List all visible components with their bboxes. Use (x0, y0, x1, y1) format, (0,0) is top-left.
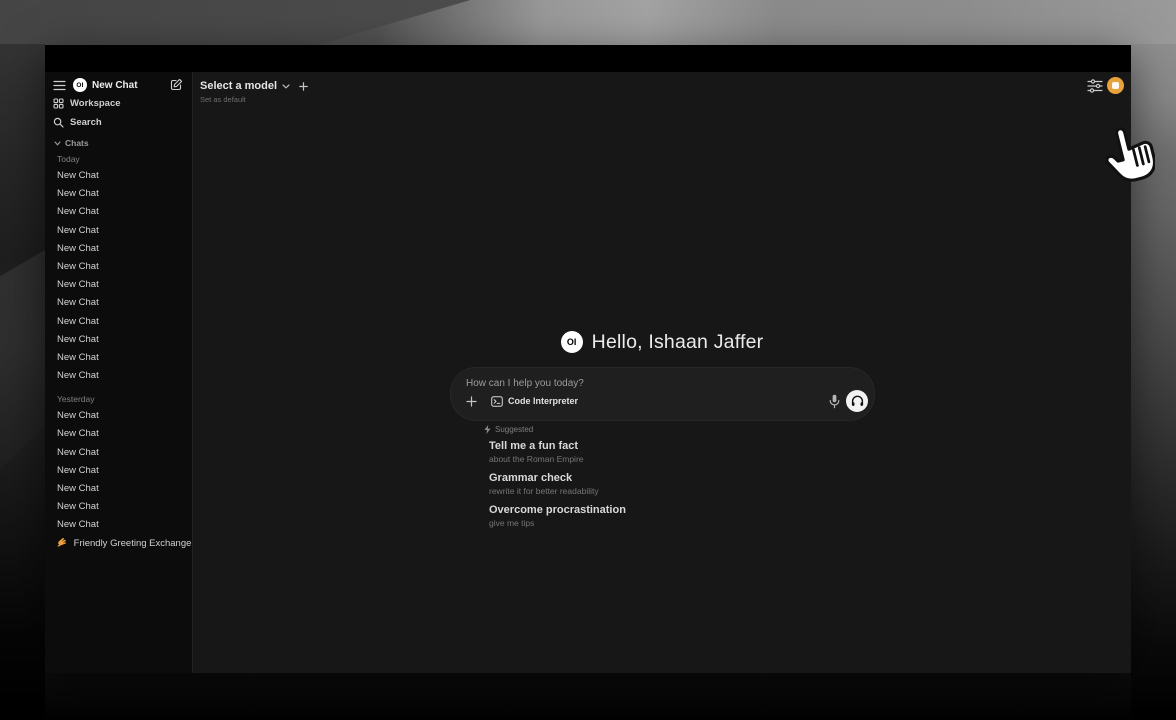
search-icon (53, 117, 64, 128)
chat-item-label: New Chat (57, 261, 99, 272)
suggested-prompt-title: Tell me a fun fact (489, 440, 626, 453)
chat-group-label-today: Today (57, 154, 192, 164)
suggested-section: Suggested Tell me a fun fact about the R… (484, 424, 626, 536)
chat-item-label: New Chat (57, 483, 99, 494)
bolt-icon (484, 425, 491, 434)
chat-item-label: New Chat (57, 206, 99, 217)
sidebar-chat-item[interactable]: New Chat (45, 407, 192, 425)
sidebar-chat-item[interactable]: New Chat (45, 331, 192, 349)
chat-item-label: New Chat (57, 501, 99, 512)
chat-item-label: New Chat (57, 447, 99, 458)
sidebar-chat-item[interactable]: New Chat (45, 462, 192, 480)
workspace-grid-icon (53, 98, 64, 109)
chat-item-label: New Chat (57, 334, 99, 345)
chat-item-label: New Chat (57, 519, 99, 530)
chat-item-label: New Chat (57, 170, 99, 181)
sidebar-chat-item[interactable]: New Chat (45, 480, 192, 498)
chat-item-label: New Chat (57, 188, 99, 199)
chats-section-header[interactable]: Chats (54, 137, 89, 149)
chat-item-label: New Chat (57, 316, 99, 327)
chat-item-label: New Chat (57, 410, 99, 421)
sidebar-chat-item[interactable]: New Chat (45, 276, 192, 294)
sidebar-item-workspace[interactable]: Workspace (45, 96, 192, 111)
model-selector[interactable]: Select a model (200, 80, 277, 92)
chat-item-label: New Chat (57, 297, 99, 308)
chat-item-label: New Chat (57, 428, 99, 439)
code-interpreter-icon (491, 396, 503, 407)
chat-item-label: New Chat (57, 243, 99, 254)
chat-item-label: Friendly Greeting Exchange (74, 538, 192, 549)
sidebar-chat-item[interactable]: New Chat (45, 167, 192, 185)
chat-item-label: New Chat (57, 225, 99, 236)
wave-emoji (57, 537, 67, 547)
greeting-row: OI Hello, Ishaan Jaffer (193, 331, 1131, 353)
sidebar-chat-item[interactable]: New Chat (45, 349, 192, 367)
headphones-icon (851, 395, 864, 407)
sidebar-chat-item[interactable]: New Chat (45, 516, 192, 534)
avatar-glyph (1112, 82, 1119, 89)
app-window: OI New Chat Workspace Search Chats (45, 45, 1131, 673)
sidebar-chat-item[interactable]: New Chat (45, 367, 192, 385)
sidebar-item-search[interactable]: Search (45, 115, 192, 130)
search-label: Search (70, 117, 102, 128)
wallpaper-right-band (1131, 44, 1176, 720)
greeting-text: Hello, Ishaan Jaffer (592, 331, 764, 354)
chat-controls-icon[interactable] (1087, 79, 1103, 93)
message-input-placeholder: How can I help you today? (466, 378, 584, 389)
chat-group-label-yesterday: Yesterday (57, 394, 192, 404)
app-logo-large: OI (561, 331, 583, 353)
chat-history-list: Today New Chat New Chat New Chat New Cha… (45, 152, 192, 673)
chat-item-label: New Chat (57, 370, 99, 381)
chat-item-label: New Chat (57, 465, 99, 476)
chat-group-today: New Chat New Chat New Chat New Chat New … (45, 167, 192, 385)
suggested-prompt[interactable]: Overcome procrastination give me tips (489, 504, 626, 528)
chat-item-label: New Chat (57, 352, 99, 363)
chat-group-yesterday: New Chat New Chat New Chat New Chat New … (45, 407, 192, 534)
model-chevron-down-icon[interactable] (282, 84, 290, 89)
sidebar-chat-item[interactable]: New Chat (45, 203, 192, 221)
main-area: Select a model Set as default OI Hello, … (193, 72, 1131, 673)
suggested-prompt[interactable]: Tell me a fun fact about the Roman Empir… (489, 440, 626, 464)
microphone-icon[interactable] (829, 394, 840, 409)
suggested-prompt[interactable]: Grammar check rewrite it for better read… (489, 472, 626, 496)
suggested-list: Tell me a fun fact about the Roman Empir… (489, 440, 626, 528)
sidebar: OI New Chat Workspace Search Chats (45, 72, 193, 673)
add-model-icon[interactable] (299, 82, 308, 91)
chevron-down-icon (54, 141, 61, 146)
suggested-prompt-title: Grammar check (489, 472, 626, 485)
sidebar-chat-item[interactable]: New Chat (45, 258, 192, 276)
set-as-default-link[interactable]: Set as default (200, 95, 246, 104)
sidebar-new-chat-title[interactable]: New Chat (92, 80, 138, 91)
workspace-label: Workspace (70, 98, 121, 109)
sidebar-chat-item[interactable]: New Chat (45, 444, 192, 462)
message-input[interactable]: How can I help you today? Code Interpret… (450, 367, 875, 421)
sidebar-chat-item[interactable]: New Chat (45, 294, 192, 312)
chats-section-label: Chats (65, 138, 89, 148)
suggested-prompt-title: Overcome procrastination (489, 504, 626, 517)
chat-item-label: New Chat (57, 279, 99, 290)
suggested-prompt-subtitle: give me tips (489, 518, 626, 528)
sidebar-chat-item[interactable]: New Chat (45, 425, 192, 443)
sidebar-toggle-icon[interactable] (53, 80, 66, 91)
window-titlebar (45, 45, 1131, 72)
wallpaper-bottom-band (45, 673, 1131, 720)
sidebar-chat-item-named[interactable]: Friendly Greeting Exchange (45, 535, 192, 553)
attach-icon[interactable] (466, 396, 477, 407)
new-chat-icon[interactable] (170, 78, 183, 91)
sidebar-chat-item[interactable]: New Chat (45, 498, 192, 516)
sidebar-chat-item[interactable]: New Chat (45, 313, 192, 331)
sidebar-chat-item[interactable]: New Chat (45, 240, 192, 258)
code-interpreter-toggle[interactable]: Code Interpreter (491, 396, 578, 407)
voice-call-button[interactable] (846, 390, 868, 412)
screenshot-stage: OI New Chat Workspace Search Chats (0, 0, 1176, 720)
app-logo: OI (73, 78, 87, 92)
sidebar-chat-item[interactable]: New Chat (45, 222, 192, 240)
suggested-prompt-subtitle: rewrite it for better readability (489, 486, 626, 496)
user-avatar[interactable] (1107, 77, 1124, 94)
suggested-label: Suggested (495, 425, 533, 434)
suggested-prompt-subtitle: about the Roman Empire (489, 454, 626, 464)
code-interpreter-label: Code Interpreter (508, 396, 578, 406)
sidebar-chat-item[interactable]: New Chat (45, 185, 192, 203)
